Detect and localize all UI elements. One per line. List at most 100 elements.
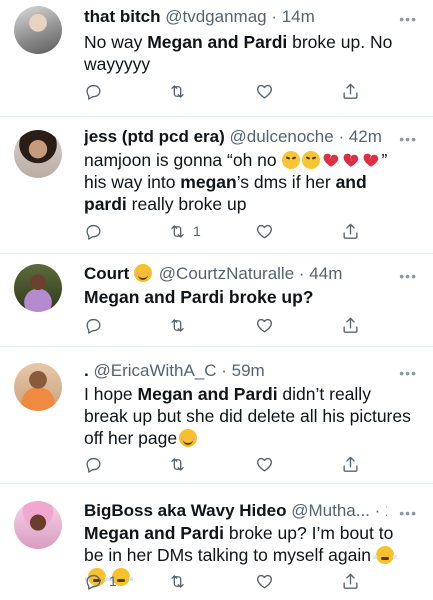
share-icon	[343, 456, 358, 472]
share-button[interactable]	[341, 80, 360, 102]
timestamp[interactable]: · 14m	[271, 7, 314, 26]
retweet-button[interactable]	[168, 314, 193, 336]
share-button[interactable]	[341, 453, 360, 475]
weary-face-emoji-icon	[301, 151, 320, 169]
share-button[interactable]	[341, 570, 360, 592]
user-handle[interactable]: @dulcenoche	[230, 127, 334, 146]
retweet-button[interactable]	[168, 453, 193, 475]
tweet-text-bold: Megan and Pardi	[147, 32, 288, 52]
tweet-text-part: ’s dms if her	[236, 172, 336, 192]
like-icon	[256, 318, 273, 333]
display-name[interactable]: jess (ptd pcd era)	[84, 127, 225, 146]
timestamp[interactable]: · 44m	[299, 264, 342, 283]
tweet-5[interactable]: BigBoss aka Wavy Hideo @Mutha... · 1h ••…	[0, 484, 433, 600]
tweet-text-part: namjoon is gonna “oh no	[84, 150, 282, 170]
more-options-icon[interactable]: •••	[399, 506, 417, 520]
tweet-text: I hope Megan and Pardi didn’t really bre…	[84, 383, 411, 449]
reply-button[interactable]	[84, 220, 109, 242]
retweet-icon	[171, 318, 184, 332]
reply-button[interactable]	[84, 80, 109, 102]
avatar[interactable]	[14, 6, 62, 54]
timestamp[interactable]: · 1h	[375, 501, 387, 520]
more-options-icon[interactable]: •••	[399, 12, 417, 26]
retweet-button[interactable]	[168, 80, 193, 102]
user-handle[interactable]: @CourtzNaturalle	[159, 264, 294, 283]
tweet-header: Court @CourtzNaturalle · 44m	[84, 263, 387, 285]
like-icon	[256, 457, 273, 472]
timestamp[interactable]: · 59m	[221, 361, 264, 380]
avatar[interactable]	[14, 501, 62, 549]
tweet-3[interactable]: Court @CourtzNaturalle · 44m ••• Megan a…	[0, 254, 433, 347]
tweet-text-part: broke up?	[224, 287, 314, 307]
like-icon	[256, 84, 273, 99]
user-handle[interactable]: @Mutha...	[291, 501, 370, 520]
tweet-header: BigBoss aka Wavy Hideo @Mutha... · 1h	[84, 500, 387, 522]
reply-icon	[86, 224, 101, 240]
reply-icon	[86, 574, 101, 590]
tweet-text: Megan and Pardi broke up?	[84, 286, 411, 308]
broken-heart-emoji-icon	[363, 153, 378, 167]
tweet-header: . @EricaWithA_C · 59m	[84, 360, 387, 382]
retweet-button[interactable]: 1	[168, 220, 201, 242]
user-handle[interactable]: @EricaWithA_C	[93, 361, 216, 380]
tweet-text-bold: megan	[180, 172, 237, 192]
user-handle[interactable]: @tvdganmag	[165, 7, 266, 26]
retweet-icon	[171, 84, 184, 98]
share-icon	[343, 223, 358, 239]
tweet-text-part: his way into	[84, 172, 181, 192]
tweet-2[interactable]: jess (ptd pcd era) @dulcenoche · 42m •••…	[0, 117, 433, 254]
smiling-face-emoji-icon	[134, 264, 153, 282]
avatar[interactable]	[14, 130, 62, 178]
tweet-text-bold: Megan and Pardi	[137, 384, 278, 404]
like-button[interactable]	[255, 570, 274, 592]
tweet-4[interactable]: . @EricaWithA_C · 59m ••• I hope Megan a…	[0, 347, 433, 484]
reply-button[interactable]: 1	[84, 570, 117, 592]
broken-heart-emoji-icon	[323, 153, 338, 167]
tweet-text-bold: Megan and Pardi	[84, 287, 225, 307]
retweet-icon	[171, 457, 184, 471]
reply-count: 1	[109, 573, 117, 589]
share-button[interactable]	[341, 314, 360, 336]
display-name[interactable]: BigBoss aka Wavy Hideo	[84, 501, 287, 520]
face-with-steam-emoji-icon	[372, 546, 397, 564]
like-button[interactable]	[255, 80, 274, 102]
reply-icon	[86, 318, 101, 334]
broken-heart-emoji-icon	[343, 153, 358, 167]
display-name[interactable]: Court	[84, 264, 129, 283]
tweet-text-part: really broke up	[126, 194, 247, 214]
tweet-text: No way Megan and Pardi broke up. No wayy…	[84, 31, 411, 75]
tweet-text-part: ”	[381, 150, 388, 170]
reply-button[interactable]	[84, 453, 109, 475]
tweet-text: Megan and Pardi broke up? I’m bout to be…	[84, 522, 411, 588]
share-icon	[343, 573, 358, 589]
tweet-header: jess (ptd pcd era) @dulcenoche · 42m	[84, 126, 387, 148]
like-button[interactable]	[255, 314, 274, 336]
avatar[interactable]	[14, 264, 62, 312]
share-icon	[343, 83, 358, 99]
like-button[interactable]	[255, 453, 274, 475]
tweet-text: namjoon is gonna “oh no ” his way into m…	[84, 149, 411, 215]
share-icon	[343, 317, 358, 333]
retweet-icon	[171, 574, 184, 588]
retweet-count: 1	[193, 223, 201, 239]
reply-button[interactable]	[84, 314, 109, 336]
display-name[interactable]: .	[84, 361, 89, 380]
smiling-face-emoji-icon	[179, 429, 198, 447]
share-button[interactable]	[341, 220, 360, 242]
retweet-icon	[171, 224, 184, 238]
retweet-button[interactable]	[168, 570, 193, 592]
tweet-1[interactable]: that bitch @tvdganmag · 14m ••• No way M…	[0, 0, 433, 117]
more-options-icon[interactable]: •••	[399, 269, 417, 283]
timestamp[interactable]: · 42m	[338, 127, 381, 146]
more-options-icon[interactable]: •••	[399, 132, 417, 146]
tweet-text-part: No way	[84, 32, 148, 52]
more-options-icon[interactable]: •••	[399, 366, 417, 380]
tweet-text-bold: Megan and Pardi	[84, 523, 225, 543]
reply-icon	[86, 457, 101, 473]
display-name[interactable]: that bitch	[84, 7, 161, 26]
like-icon	[256, 224, 273, 239]
tweet-header: that bitch @tvdganmag · 14m	[84, 6, 387, 28]
like-button[interactable]	[255, 220, 274, 242]
avatar[interactable]	[14, 363, 62, 411]
like-icon	[256, 574, 273, 589]
